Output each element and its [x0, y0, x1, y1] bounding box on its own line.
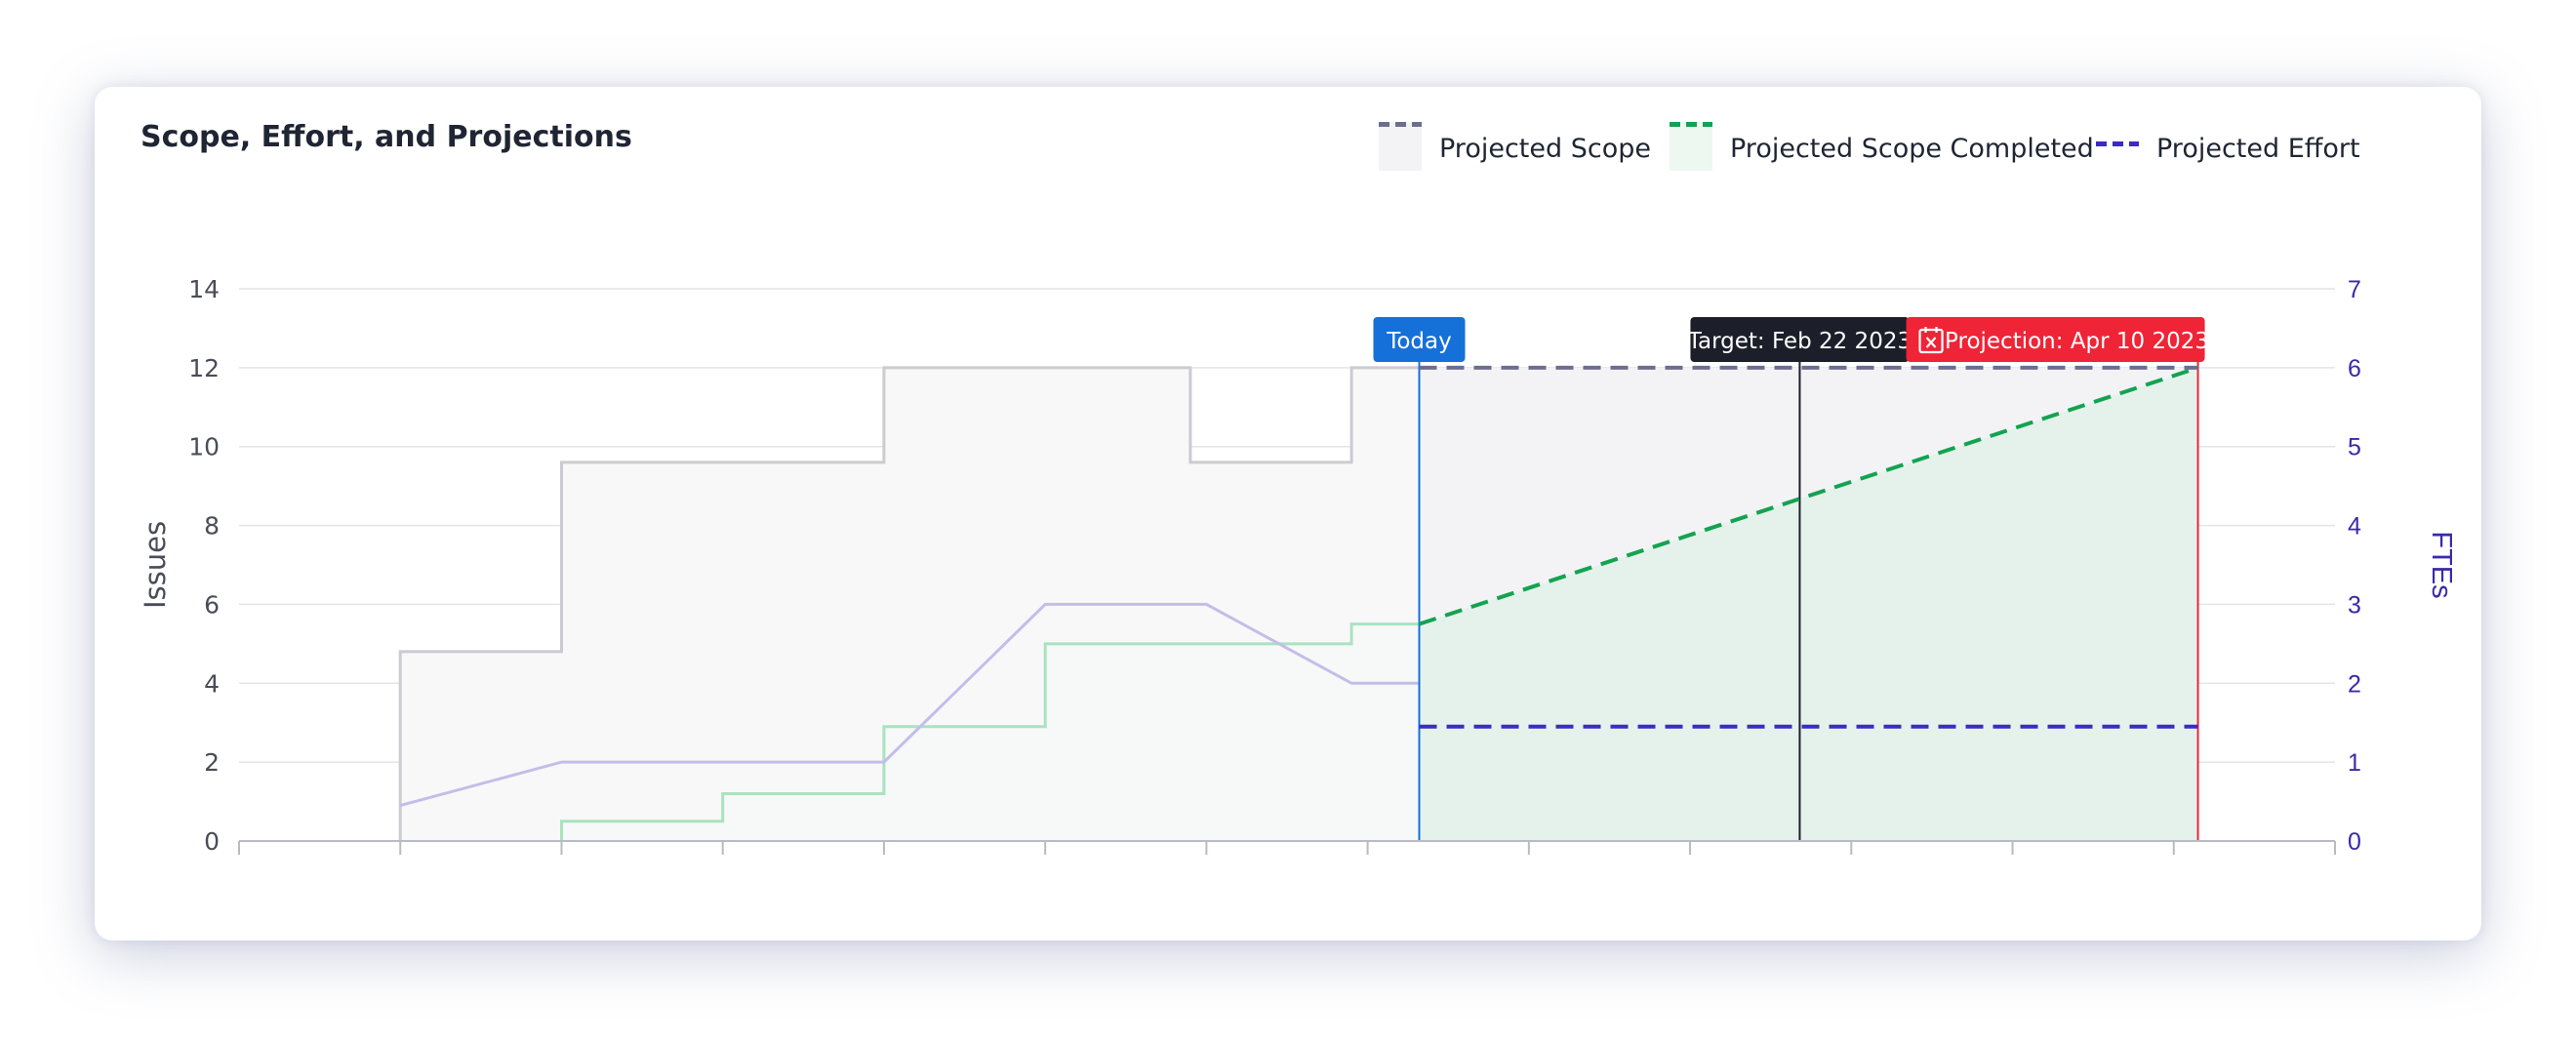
- right-tick-label: 7: [2348, 276, 2361, 303]
- left-tick-label: 4: [204, 669, 220, 698]
- today-marker-label: Today: [1386, 329, 1452, 354]
- right-tick-label: 2: [2348, 670, 2361, 698]
- left-tick-label: 10: [188, 433, 220, 461]
- left-tick-label: 8: [204, 512, 220, 541]
- left-axis-label: Issues: [139, 521, 172, 609]
- target-marker-label: Target: Feb 22 2023: [1687, 329, 1912, 354]
- right-tick-label: 0: [2348, 828, 2361, 856]
- left-tick-label: 6: [204, 590, 220, 619]
- left-tick-label: 14: [188, 275, 220, 303]
- right-tick-label: 4: [2348, 513, 2361, 541]
- left-tick-label: 0: [204, 827, 220, 856]
- chart-card: Scope, Effort, and Projections Projected…: [95, 87, 2481, 941]
- left-tick-label: 12: [188, 354, 220, 382]
- right-tick-label: 5: [2348, 434, 2361, 461]
- left-tick-label: 2: [204, 748, 220, 777]
- right-axis-label: FTEs: [2426, 531, 2457, 598]
- right-tick-label: 6: [2348, 355, 2361, 382]
- right-tick-label: 3: [2348, 591, 2361, 619]
- chart-plot: 0246810121401234567Issues FTEsToday Target…: [139, 275, 2457, 856]
- projection-marker-label: Projection: Apr 10 2023: [1945, 329, 2209, 354]
- right-tick-label: 1: [2348, 749, 2361, 777]
